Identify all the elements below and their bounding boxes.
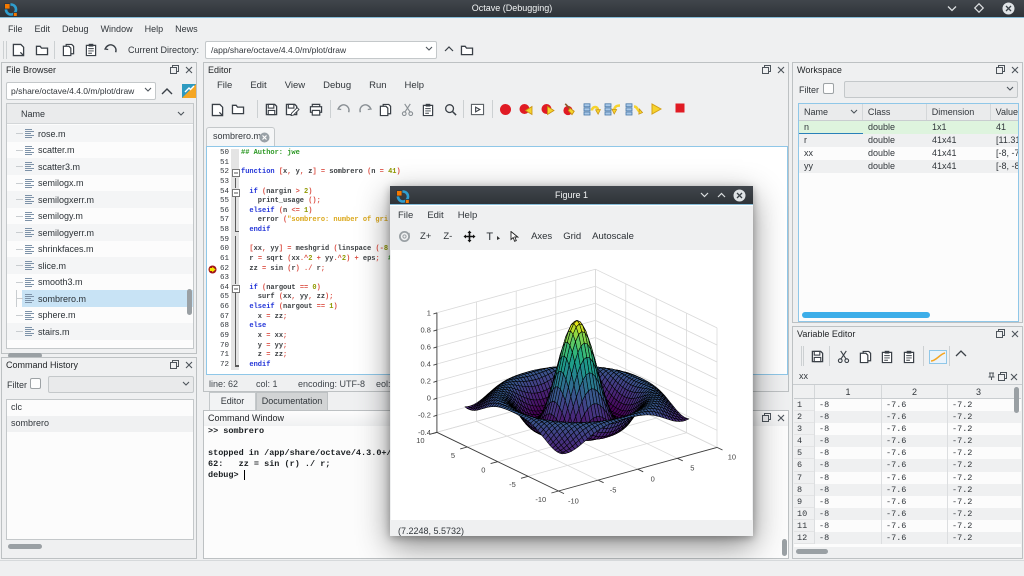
svg-text:5: 5 bbox=[690, 464, 694, 473]
svg-text:5: 5 bbox=[451, 451, 455, 460]
svg-text:10: 10 bbox=[416, 436, 424, 445]
svg-text:0.4: 0.4 bbox=[420, 360, 430, 369]
svg-text:0.8: 0.8 bbox=[420, 325, 430, 334]
svg-text:0.2: 0.2 bbox=[420, 377, 430, 386]
svg-text:-10: -10 bbox=[535, 495, 546, 504]
svg-text:0: 0 bbox=[481, 466, 485, 475]
svg-text:1: 1 bbox=[427, 308, 431, 317]
svg-text:0.6: 0.6 bbox=[420, 342, 430, 351]
svg-text:-0.2: -0.2 bbox=[418, 411, 431, 420]
svg-text:-5: -5 bbox=[610, 485, 617, 494]
svg-text:0: 0 bbox=[651, 475, 655, 484]
svg-text:10: 10 bbox=[728, 453, 736, 462]
svg-text:-10: -10 bbox=[568, 496, 579, 505]
svg-text:0: 0 bbox=[427, 394, 431, 403]
svg-text:-5: -5 bbox=[509, 480, 516, 489]
